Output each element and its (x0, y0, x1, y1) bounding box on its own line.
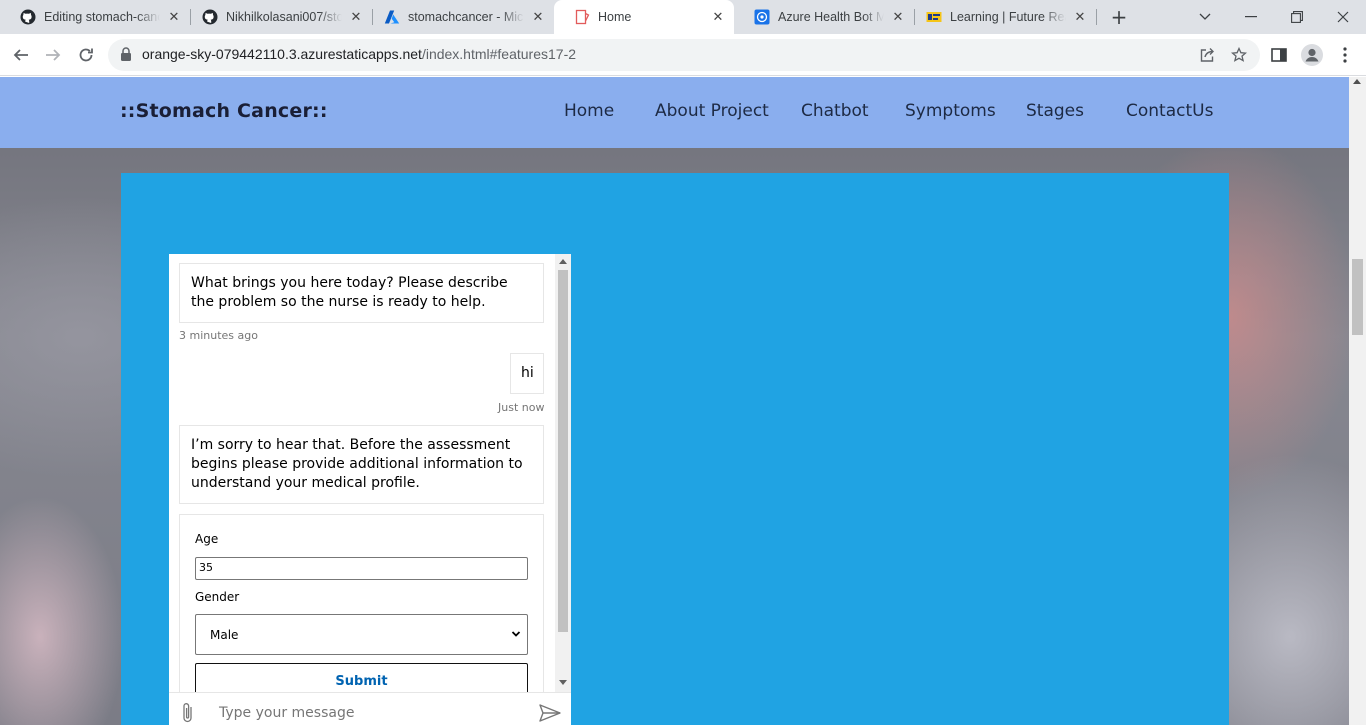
chat-transcript[interactable]: What brings you here today? Please descr… (169, 254, 571, 692)
more-menu-icon[interactable] (1333, 43, 1357, 67)
close-icon[interactable]: ✕ (1072, 9, 1088, 25)
nav-link-contactus[interactable]: ContactUs (1126, 101, 1213, 121)
close-icon[interactable]: ✕ (890, 9, 906, 25)
submit-button[interactable]: Submit (195, 663, 528, 692)
age-label: Age (195, 532, 219, 546)
tab-editing-stomach-cancer[interactable]: Editing stomach-cancer ✕ (0, 0, 190, 34)
browser-toolbar: orange-sky-079442110.3.azurestaticapps.n… (0, 34, 1366, 76)
minimize-icon[interactable] (1238, 4, 1264, 30)
github-icon (20, 9, 36, 25)
message-timestamp: 3 minutes ago (179, 329, 258, 342)
back-arrow-icon[interactable] (8, 42, 34, 68)
close-icon[interactable]: ✕ (166, 9, 182, 25)
chevron-down-icon (511, 628, 521, 638)
scroll-up-arrow[interactable] (559, 259, 567, 264)
tab-search-icon[interactable] (1192, 4, 1218, 30)
chatbot-widget: What brings you here today? Please descr… (169, 254, 571, 725)
reload-icon[interactable] (73, 42, 99, 68)
chat-scrollbar-thumb[interactable] (558, 270, 568, 632)
tab-title: Editing stomach-cancer (44, 10, 160, 24)
age-input[interactable]: 35 (195, 557, 528, 580)
address-bar[interactable]: orange-sky-079442110.3.azurestaticapps.n… (108, 39, 1260, 71)
browser-tab-strip: Editing stomach-cancer ✕ Nikhilkolasani0… (0, 0, 1366, 34)
chat-scrollbar[interactable] (555, 254, 571, 692)
close-icon[interactable]: ✕ (710, 9, 726, 25)
tab-azure-health-bot[interactable]: Azure Health Bot Management ✕ (734, 0, 914, 34)
tab-separator (1096, 9, 1097, 25)
healthbot-icon (754, 9, 770, 25)
chat-input-bar: Type your message (169, 692, 571, 725)
bookmark-star-icon[interactable] (1229, 45, 1249, 65)
nav-link-stages[interactable]: Stages (1026, 101, 1084, 121)
tab-title: Nikhilkolasani007/stomach (226, 10, 342, 24)
tab-home[interactable]: Home ✕ (554, 0, 734, 34)
scrollbar-thumb[interactable] (1352, 259, 1363, 335)
send-icon[interactable] (539, 704, 561, 722)
profile-avatar-icon[interactable] (1300, 43, 1324, 67)
close-icon[interactable]: ✕ (530, 9, 546, 25)
gender-select[interactable]: Male (195, 614, 528, 655)
paperclip-icon[interactable] (181, 702, 197, 724)
forward-arrow-icon[interactable] (40, 42, 66, 68)
close-icon[interactable]: ✕ (348, 9, 364, 25)
bot-message: What brings you here today? Please descr… (179, 263, 544, 323)
url-path: /index.html#features17-2 (421, 46, 577, 62)
github-icon (202, 9, 218, 25)
user-message: hi (510, 353, 544, 394)
side-panel-icon[interactable] (1267, 43, 1291, 67)
tab-azure-portal[interactable]: stomachcancer - Microsoft Azure ✕ (364, 0, 554, 34)
learning-icon (926, 9, 942, 25)
scroll-up-arrow[interactable] (1353, 79, 1361, 84)
lock-icon[interactable] (120, 47, 134, 63)
url-host: orange-sky-079442110.3.azurestaticapps.n… (142, 46, 422, 62)
nav-link-symptoms[interactable]: Symptoms (905, 101, 996, 121)
profile-form-card: Age 35 Gender Male Submit (179, 514, 544, 692)
tab-title: Learning | Future Ready (950, 10, 1066, 24)
page-scrollbar[interactable] (1349, 77, 1366, 725)
message-input[interactable]: Type your message (219, 705, 354, 721)
scroll-down-arrow[interactable] (559, 680, 567, 685)
restore-icon[interactable] (1284, 4, 1310, 30)
new-tab-button[interactable]: + (1108, 5, 1130, 29)
azure-icon (384, 9, 400, 25)
tab-title: Azure Health Bot Management (778, 10, 884, 24)
gender-label: Gender (195, 590, 240, 604)
message-timestamp: Just now (498, 401, 545, 414)
site-brand[interactable]: ::Stomach Cancer:: (120, 100, 328, 122)
bot-message: I’m sorry to hear that. Before the asses… (179, 425, 544, 504)
close-window-icon[interactable] (1330, 4, 1356, 30)
tab-title: Home (598, 10, 632, 24)
tab-title: stomachcancer - Microsoft Azure (408, 10, 524, 24)
site-header: ::Stomach Cancer:: Home About Project Ch… (0, 77, 1349, 148)
nav-link-chatbot[interactable]: Chatbot (801, 101, 869, 121)
url-text: orange-sky-079442110.3.azurestaticapps.n… (142, 46, 576, 62)
nav-link-about-project[interactable]: About Project (655, 101, 769, 121)
page-icon (574, 9, 590, 25)
gender-selected-value: Male (210, 627, 239, 642)
share-icon[interactable] (1197, 45, 1217, 65)
tab-github-repo[interactable]: Nikhilkolasani007/stomach ✕ (182, 0, 372, 34)
tab-learning[interactable]: Learning | Future Ready ✕ (906, 0, 1096, 34)
nav-link-home[interactable]: Home (564, 101, 614, 121)
